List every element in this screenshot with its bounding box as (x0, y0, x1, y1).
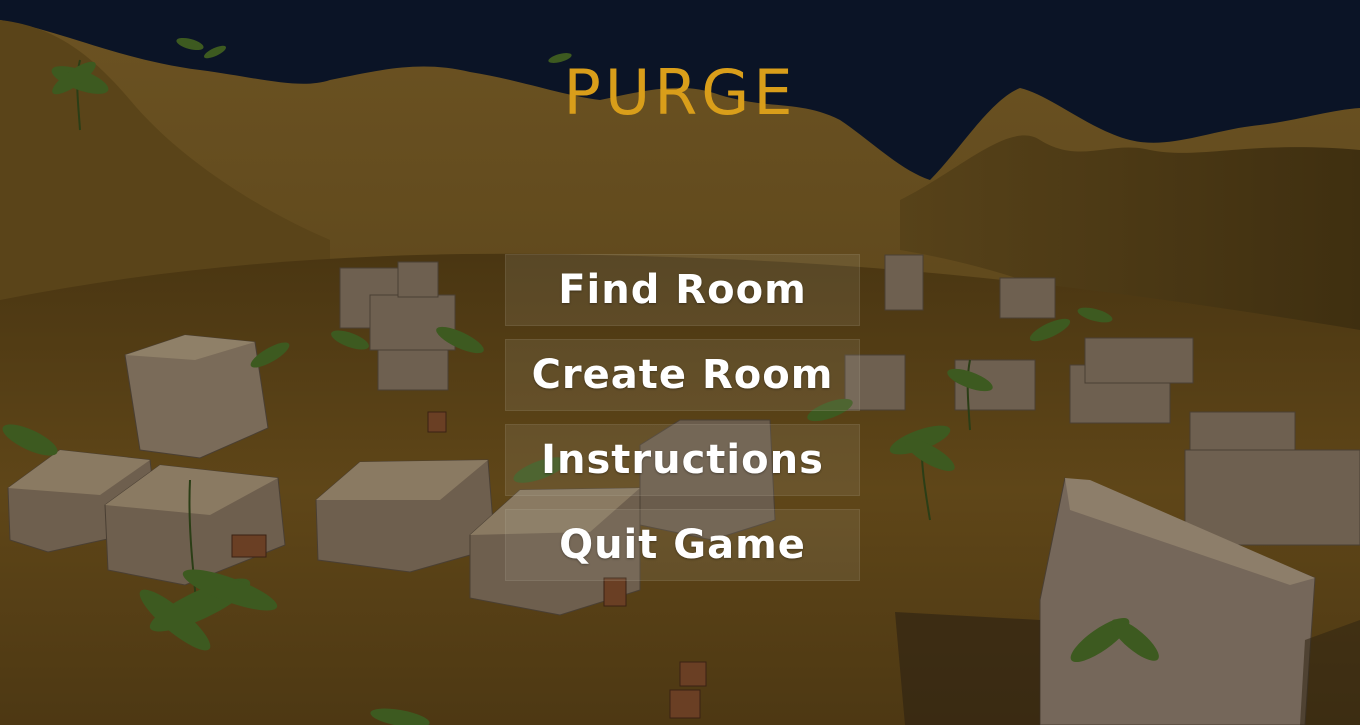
find-room-button[interactable]: Find Room (505, 254, 860, 326)
create-room-button[interactable]: Create Room (505, 339, 860, 411)
main-menu: Find Room Create Room Instructions Quit … (505, 254, 860, 581)
game-title: PURGE (563, 56, 797, 129)
quit-game-button[interactable]: Quit Game (505, 509, 860, 581)
instructions-button[interactable]: Instructions (505, 424, 860, 496)
main-menu-screen: PURGE Find Room Create Room Instructions… (0, 0, 1360, 725)
